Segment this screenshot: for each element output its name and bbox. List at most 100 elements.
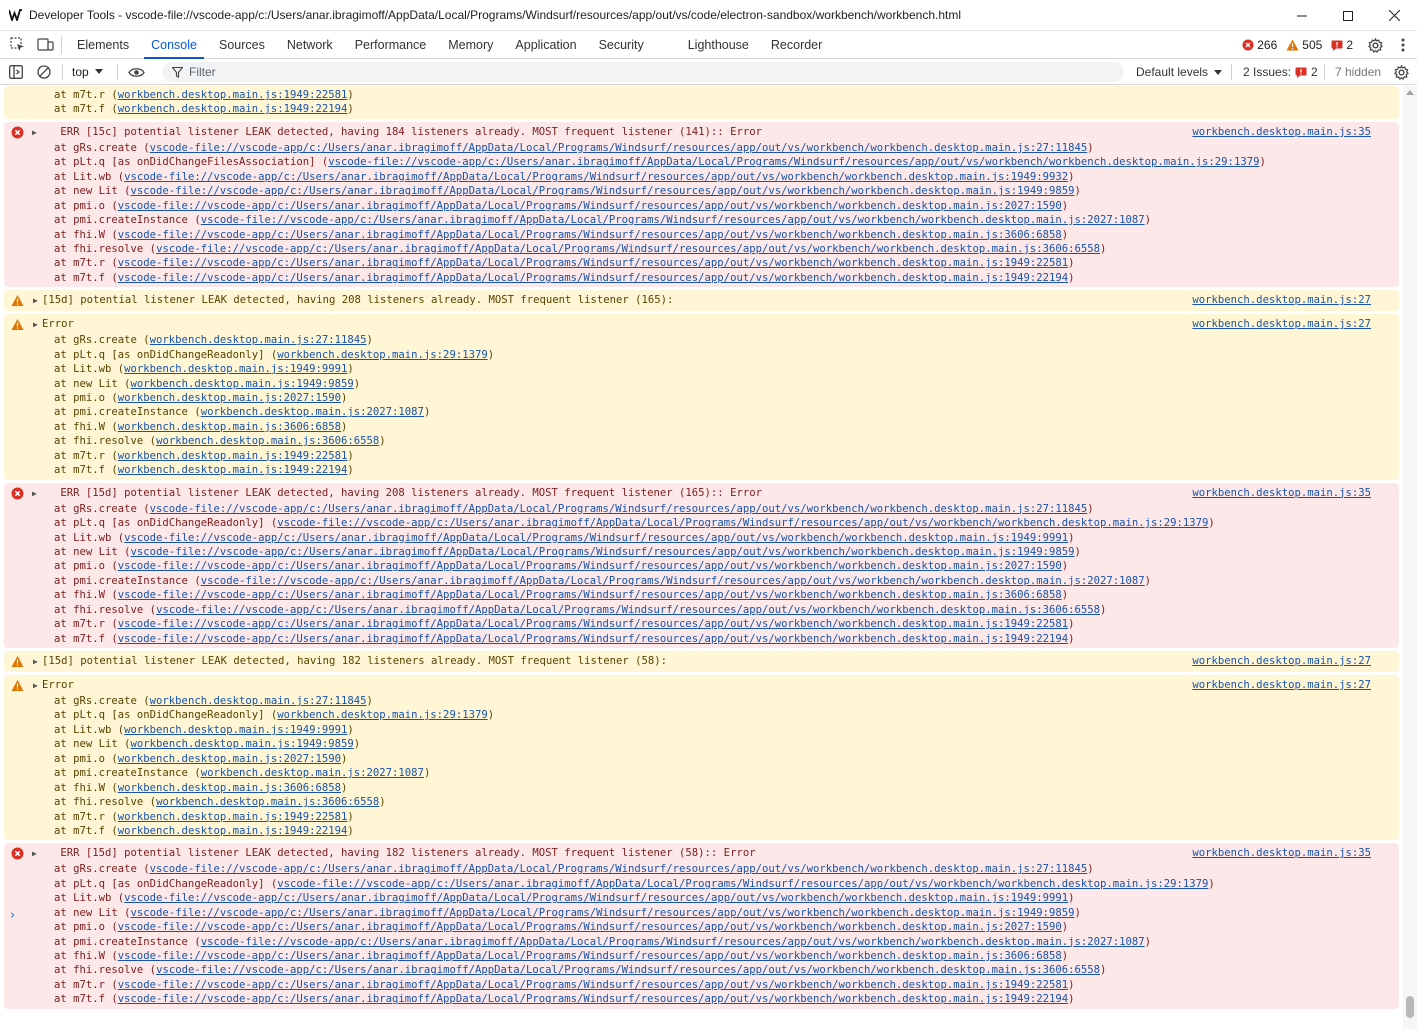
stack-frame-link[interactable]: workbench.desktop.main.js:1949:22194 [118,103,348,115]
expand-caret-icon[interactable]: ▶ [33,677,38,694]
expand-caret-icon[interactable]: ▶ [32,485,37,502]
stack-frame-link[interactable]: workbench.desktop.main.js:29:1379 [277,709,487,721]
source-link[interactable]: workbench.desktop.main.js:27 [1192,292,1371,309]
tab-sources[interactable]: Sources [208,31,276,59]
issues-counter[interactable]: 2 [1331,38,1353,52]
stack-frame-link[interactable]: vscode-file://vscode-app/c:/Users/anar.i… [131,185,1075,197]
inspect-element-button[interactable] [3,31,31,59]
warning-message[interactable]: ▶ [15d] potential listener LEAK detected,… [4,290,1399,312]
stack-frame-link[interactable]: vscode-file://vscode-app/c:/Users/anar.i… [277,517,1208,529]
stack-frame-link[interactable]: vscode-file://vscode-app/c:/Users/anar.i… [118,272,1068,284]
stack-frame-link[interactable]: workbench.desktop.main.js:3606:6558 [156,796,379,808]
stack-frame-link[interactable]: workbench.desktop.main.js:1949:9859 [131,738,354,750]
tab-application[interactable]: Application [504,31,587,59]
device-toolbar-button[interactable] [31,31,59,59]
settings-button[interactable] [1361,31,1389,59]
stack-frame-link[interactable]: workbench.desktop.main.js:2027:1087 [201,767,424,779]
source-link[interactable]: workbench.desktop.main.js:27 [1192,316,1371,333]
stack-frame-link[interactable]: vscode-file://vscode-app/c:/Users/anar.i… [277,878,1208,890]
stack-frame-link[interactable]: vscode-file://vscode-app/c:/Users/anar.i… [118,257,1068,269]
stack-frame-link[interactable]: workbench.desktop.main.js:29:1379 [277,349,487,361]
tab-security[interactable]: Security [588,31,655,59]
clear-console-button[interactable] [30,58,58,86]
minimize-button[interactable] [1279,0,1325,31]
message-header[interactable]: ▶ Error workbench.desktop.main.js:27 [4,316,1399,333]
stack-frame-link[interactable]: vscode-file://vscode-app/c:/Users/anar.i… [201,936,1145,948]
message-header[interactable]: ▶ [15d] potential listener LEAK detected,… [4,653,1399,670]
stack-frame-link[interactable]: workbench.desktop.main.js:2027:1590 [118,392,341,404]
stack-frame-link[interactable]: vscode-file://vscode-app/c:/Users/anar.i… [156,604,1100,616]
stack-frame-link[interactable]: workbench.desktop.main.js:1949:9991 [124,724,347,736]
stack-frame-link[interactable]: workbench.desktop.main.js:1949:22194 [118,464,348,476]
tab-network[interactable]: Network [276,31,344,59]
stack-frame-link[interactable]: vscode-file://vscode-app/c:/Users/anar.i… [131,907,1075,919]
error-message[interactable]: ▶ ERR [15d] potential listener LEAK dete… [4,843,1399,1009]
stack-frame-link[interactable]: workbench.desktop.main.js:1949:22581 [118,450,348,462]
warning-message[interactable]: at m7t.r (workbench.desktop.main.js:1949… [4,86,1399,119]
error-counter[interactable]: 266 [1242,38,1277,52]
console-scrollbar[interactable] [1403,86,1417,1029]
stack-frame-link[interactable]: workbench.desktop.main.js:3606:6858 [118,421,341,433]
warning-counter[interactable]: 505 [1286,38,1322,52]
stack-frame-link[interactable]: vscode-file://vscode-app/c:/Users/anar.i… [118,979,1068,991]
stack-frame-link[interactable]: vscode-file://vscode-app/c:/Users/anar.i… [156,243,1100,255]
error-message[interactable]: ▶ ERR [15d] potential listener LEAK dete… [4,482,1399,648]
scroll-up-arrow-icon[interactable] [1406,90,1414,95]
expand-caret-icon[interactable]: ▶ [33,653,38,670]
stack-frame-link[interactable]: vscode-file://vscode-app/c:/Users/anar.i… [118,993,1068,1005]
expand-caret-icon[interactable]: ▶ [32,845,37,862]
tab-elements[interactable]: Elements [66,31,140,59]
stack-frame-link[interactable]: workbench.desktop.main.js:1949:22581 [118,811,348,823]
stack-frame-link[interactable]: vscode-file://vscode-app/c:/Users/anar.i… [156,964,1100,976]
stack-frame-link[interactable]: vscode-file://vscode-app/c:/Users/anar.i… [118,633,1068,645]
tab-memory[interactable]: Memory [437,31,504,59]
stack-frame-link[interactable]: workbench.desktop.main.js:1949:22581 [118,89,348,101]
stack-frame-link[interactable]: vscode-file://vscode-app/c:/Users/anar.i… [118,618,1068,630]
message-counters[interactable]: 266 505 2 [1242,31,1353,59]
error-message[interactable]: ▶ ERR [15c] potential listener LEAK dete… [4,121,1399,288]
issues-button[interactable]: 2 Issues: 2 [1243,59,1318,85]
more-options-button[interactable] [1389,31,1417,59]
stack-frame-link[interactable]: workbench.desktop.main.js:27:11845 [150,695,367,707]
stack-frame-link[interactable]: workbench.desktop.main.js:1949:9991 [124,363,347,375]
stack-frame-link[interactable]: vscode-file://vscode-app/c:/Users/anar.i… [201,214,1145,226]
stack-frame-link[interactable]: workbench.desktop.main.js:1949:9859 [131,378,354,390]
stack-frame-link[interactable]: workbench.desktop.main.js:3606:6858 [118,782,341,794]
stack-frame-link[interactable]: workbench.desktop.main.js:2027:1087 [201,406,424,418]
expand-caret-icon[interactable]: ▶ [33,292,38,309]
warning-message[interactable]: ▶ [15d] potential listener LEAK detected,… [4,651,1399,672]
console-settings-button[interactable] [1387,58,1415,86]
message-header[interactable]: ▶ Error workbench.desktop.main.js:27 [4,677,1399,694]
stack-frame-link[interactable]: workbench.desktop.main.js:1949:22194 [118,825,348,837]
stack-frame-link[interactable]: vscode-file://vscode-app/c:/Users/anar.i… [150,142,1088,154]
stack-frame-link[interactable]: vscode-file://vscode-app/c:/Users/anar.i… [124,171,1068,183]
context-selector[interactable]: top [66,59,109,85]
stack-frame-link[interactable]: vscode-file://vscode-app/c:/Users/anar.i… [118,560,1062,572]
warning-message[interactable]: ▶ Error workbench.desktop.main.js:27 at gRs… [4,675,1399,841]
message-header[interactable]: ▶ ERR [15d] potential listener LEAK dete… [4,485,1399,502]
source-link[interactable]: workbench.desktop.main.js:27 [1192,677,1371,694]
tab-lighthouse[interactable]: Lighthouse [677,31,760,59]
filter-input[interactable]: Filter [162,62,1124,82]
live-expression-button[interactable] [122,58,150,86]
stack-frame-link[interactable]: vscode-file://vscode-app/c:/Users/anar.i… [118,589,1062,601]
source-link[interactable]: workbench.desktop.main.js:35 [1192,845,1371,862]
stack-frame-link[interactable]: vscode-file://vscode-app/c:/Users/anar.i… [150,503,1088,515]
log-levels-dropdown[interactable]: Default levels [1136,59,1223,85]
source-link[interactable]: workbench.desktop.main.js:35 [1192,124,1371,141]
console-prompt[interactable]: › [10,908,15,923]
stack-frame-link[interactable]: vscode-file://vscode-app/c:/Users/anar.i… [118,921,1062,933]
tab-performance[interactable]: Performance [344,31,438,59]
tab-recorder[interactable]: Recorder [760,31,833,59]
stack-frame-link[interactable]: vscode-file://vscode-app/c:/Users/anar.i… [131,546,1075,558]
message-header[interactable]: ▶ ERR [15c] potential listener LEAK dete… [4,124,1399,141]
stack-frame-link[interactable]: vscode-file://vscode-app/c:/Users/anar.i… [118,229,1062,241]
close-window-button[interactable] [1371,0,1417,31]
stack-frame-link[interactable]: vscode-file://vscode-app/c:/Users/anar.i… [328,156,1259,168]
stack-frame-link[interactable]: vscode-file://vscode-app/c:/Users/anar.i… [150,863,1088,875]
stack-frame-link[interactable]: vscode-file://vscode-app/c:/Users/anar.i… [118,200,1062,212]
stack-frame-link[interactable]: vscode-file://vscode-app/c:/Users/anar.i… [124,532,1068,544]
tab-console[interactable]: Console [140,31,208,59]
expand-caret-icon[interactable]: ▶ [33,316,38,333]
stack-frame-link[interactable]: workbench.desktop.main.js:2027:1590 [118,753,341,765]
